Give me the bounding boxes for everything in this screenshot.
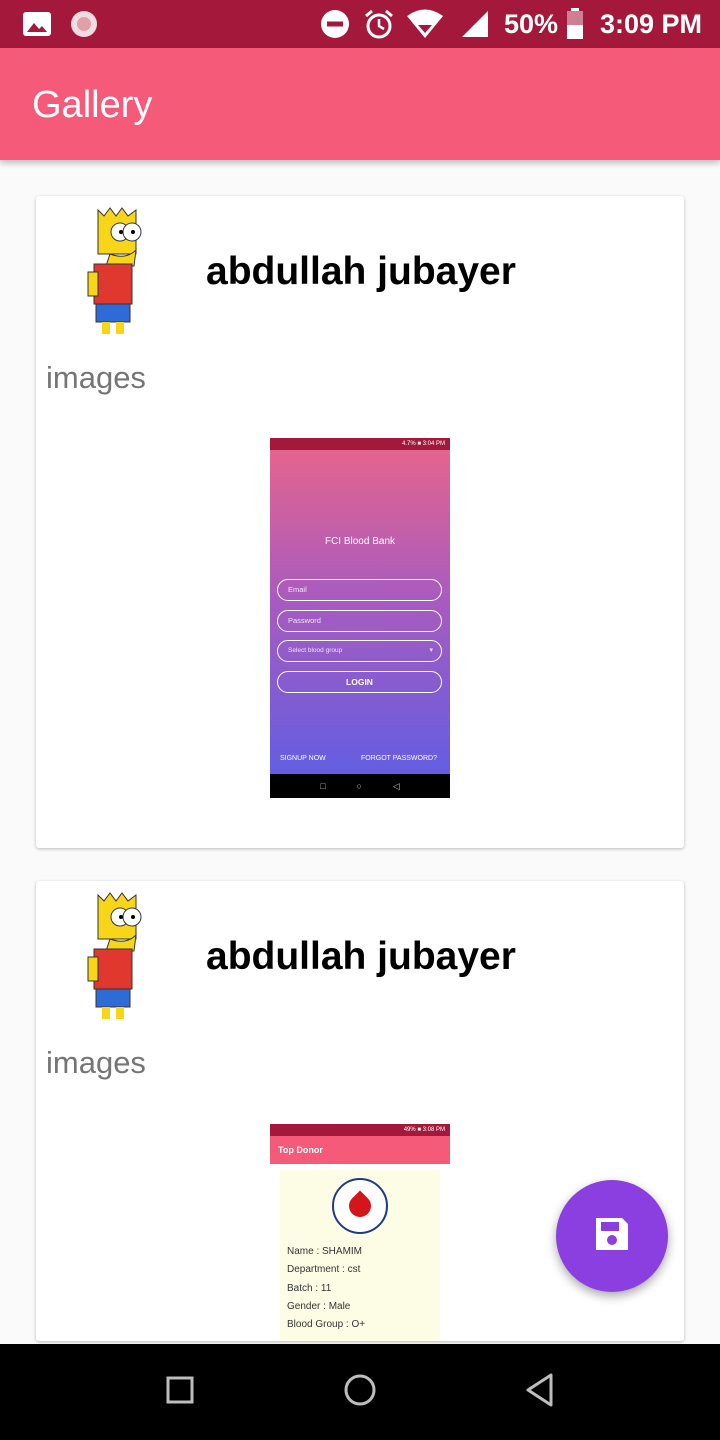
post-card[interactable]: abdullah jubayer images 4.7% ■ 3:04 PM F…	[36, 196, 684, 848]
preview-donor-batch: Batch : 11	[287, 1283, 332, 1294]
home-icon: ○	[356, 781, 362, 791]
post-label: images	[46, 1045, 146, 1080]
preview-donor-card: Name : SHAMIM Department : cst Batch : 1…	[280, 1170, 440, 1341]
preview-blood-group-label: Select blood group	[288, 647, 343, 654]
wifi-icon	[404, 0, 446, 48]
avatar[interactable]	[80, 889, 150, 1021]
preview-donor-gender: Gender : Male	[287, 1301, 351, 1312]
chevron-down-icon: ▾	[429, 647, 433, 654]
app-bar: Gallery	[0, 48, 720, 160]
app-icon	[68, 0, 100, 48]
back-icon: ◁	[392, 780, 400, 791]
preview-nav-bar: □ ○ ◁	[270, 774, 450, 798]
image-icon	[20, 0, 54, 48]
battery-percent: 50%	[503, 8, 559, 39]
preview-password-field: Password	[277, 610, 442, 632]
preview-forgot-link: FORGOT PASSWORD?	[361, 755, 437, 762]
preview-signup-link: SIGNUP NOW	[280, 755, 326, 762]
avatar[interactable]	[80, 204, 150, 336]
preview-donor-department: Department : cst	[287, 1264, 361, 1275]
save-icon	[592, 1214, 632, 1259]
preview-title: FCI Blood Bank	[324, 536, 396, 547]
recents-icon: □	[320, 781, 326, 791]
preview-status-bar: 49% ■ 3:08 PM	[270, 1124, 450, 1136]
preview-blood-group-select: Select blood group ▾	[277, 640, 442, 662]
alarm-icon	[362, 0, 396, 48]
recents-icon	[165, 1375, 195, 1410]
blood-drop-logo-icon	[332, 1178, 388, 1234]
status-bar: 50% 3:09 PM	[0, 0, 720, 48]
post-image[interactable]: 4.7% ■ 3:04 PM FCI Blood Bank Email Pass…	[270, 438, 450, 798]
preview-status-bar: 4.7% ■ 3:04 PM	[270, 438, 450, 450]
preview-email-field: Email	[277, 579, 442, 601]
save-fab-button[interactable]	[556, 1180, 668, 1292]
preview-login-button: LOGIN	[277, 671, 442, 693]
page-title: Gallery	[32, 84, 153, 126]
preview-title: Top Donor	[270, 1136, 450, 1164]
post-label: images	[46, 360, 146, 395]
back-button[interactable]	[512, 1364, 568, 1420]
post-image[interactable]: 49% ■ 3:08 PM Top Donor Name : SHAMIM De…	[270, 1124, 450, 1341]
author-name: abdullah jubayer	[206, 935, 516, 978]
author-name: abdullah jubayer	[206, 250, 516, 293]
navigation-bar	[0, 1344, 720, 1440]
preview-donor-name: Name : SHAMIM	[287, 1246, 363, 1257]
back-icon	[524, 1372, 556, 1413]
recents-button[interactable]	[152, 1364, 208, 1420]
home-button[interactable]	[332, 1364, 388, 1420]
battery-icon	[564, 0, 586, 48]
dnd-icon	[318, 0, 352, 48]
preview-donor-blood-group: Blood Group : O+	[287, 1319, 366, 1330]
home-icon	[342, 1372, 378, 1413]
signal-icon	[458, 0, 492, 48]
clock: 3:09 PM	[599, 8, 703, 39]
